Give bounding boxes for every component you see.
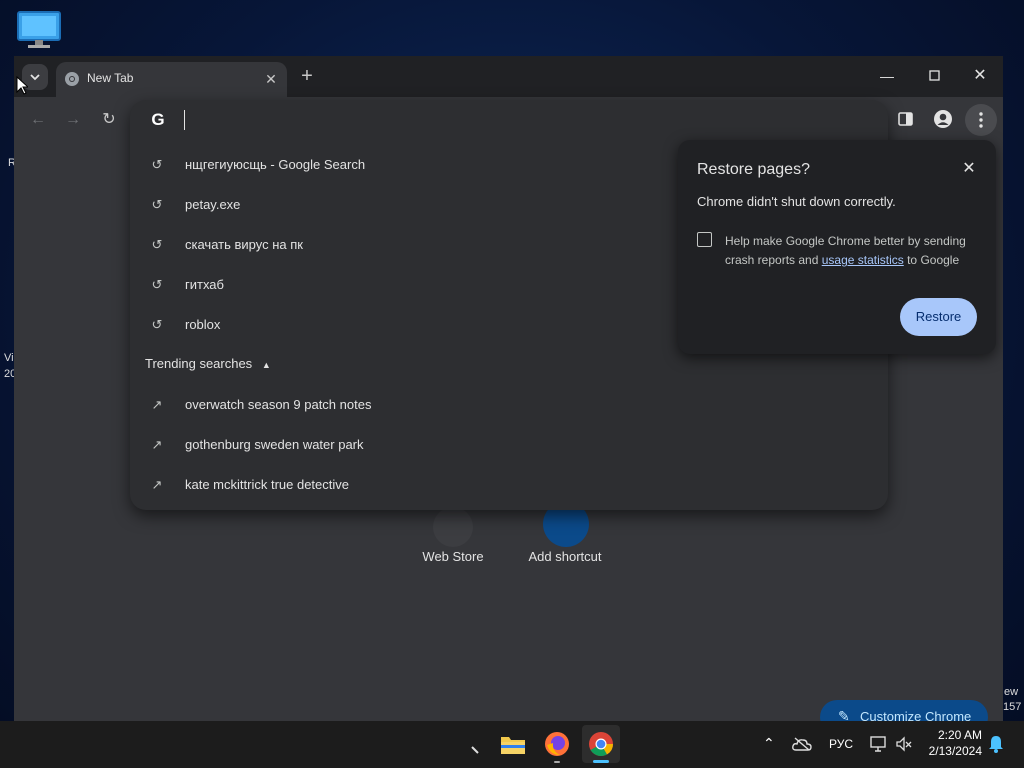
tab-strip: New Tab ✕ + — ✕ [14, 56, 1003, 97]
desktop-label-fragment: Vi [4, 352, 14, 364]
forward-button[interactable]: → [61, 108, 85, 132]
suggestion-text: kate mckittrick true detective [185, 477, 349, 492]
chrome-taskbar-button[interactable] [582, 725, 620, 763]
web-store-icon [433, 507, 473, 547]
google-g-icon: G [151, 110, 165, 129]
customize-label: Customize Chrome [860, 709, 972, 721]
suggestion-text: roblox [185, 317, 221, 332]
running-indicator [554, 761, 560, 763]
clock-time[interactable]: 2:20 AM [926, 728, 982, 742]
chrome-favicon-icon [65, 72, 79, 86]
clock-date[interactable]: 2/13/2024 [920, 744, 982, 758]
suggestion-trending[interactable]: ↗ overwatch season 9 patch notes [130, 385, 888, 425]
close-icon[interactable]: ✕ [960, 160, 978, 178]
onedrive-icon[interactable] [792, 737, 812, 751]
history-icon: ↺ [151, 197, 163, 212]
folder-icon [501, 737, 525, 754]
new-tab-button[interactable]: + [296, 66, 318, 88]
profile-button[interactable] [933, 109, 953, 129]
menu-button[interactable] [965, 104, 997, 136]
chrome-window: New Tab ✕ + — ✕ ← → ↻ Web Store Add shor… [14, 56, 1003, 721]
suggestion-text: гитхаб [185, 277, 224, 292]
dialog-title: Restore pages? [697, 161, 810, 178]
back-button[interactable]: ← [26, 108, 50, 132]
suggestion-text: нщгегиуюсщь - Google Search [185, 157, 366, 172]
history-icon: ↺ [151, 237, 163, 252]
history-icon: ↺ [151, 317, 163, 332]
suggestion-text: gothenburg sweden water park [185, 437, 364, 452]
side-panel-button[interactable] [897, 110, 915, 128]
desktop-label-fragment: ew [1004, 686, 1019, 698]
firefox-icon [545, 732, 569, 756]
suggestion-trending[interactable]: ↗ gothenburg sweden water park [130, 425, 888, 465]
tab-title: New Tab [87, 71, 134, 85]
reload-button[interactable]: ↻ [97, 108, 121, 132]
usage-statistics-link[interactable]: usage statistics [822, 253, 904, 267]
tab-new-tab[interactable]: New Tab ✕ [56, 62, 287, 97]
file-explorer-taskbar-button[interactable] [494, 725, 532, 763]
this-pc-icon[interactable] [16, 10, 62, 50]
minimize-button[interactable]: — [872, 66, 902, 86]
suggestion-text: overwatch season 9 patch notes [185, 397, 372, 412]
pencil-icon: ✎ [838, 708, 850, 721]
chevron-down-icon [30, 74, 40, 81]
kebab-menu-icon [979, 112, 983, 128]
crash-report-label: Help make Google Chrome better by sendin… [725, 232, 980, 270]
history-icon: ↺ [151, 157, 163, 172]
notification-bell-icon[interactable] [988, 735, 1004, 753]
pen-cursor-icon [471, 746, 479, 754]
shortcut-label: Web Store [422, 549, 484, 564]
active-indicator [593, 760, 609, 763]
history-icon: ↺ [151, 277, 163, 292]
taskbar: ⌃ РУС 2:20 AM 2/13/2024 [0, 721, 1024, 768]
shortcut-label: Add shortcut [528, 549, 602, 564]
chrome-icon [589, 732, 613, 757]
suggestion-trending[interactable]: ↗ kate mckittrick true detective [130, 465, 888, 505]
trending-icon: ↗ [151, 397, 163, 412]
trending-icon: ↗ [151, 437, 163, 452]
firefox-taskbar-button[interactable] [538, 725, 576, 763]
trending-header[interactable]: Trending searches ▲ [145, 356, 271, 371]
tab-close-icon[interactable]: ✕ [262, 70, 280, 88]
suggestion-text: скачать вирус на пк [185, 237, 303, 252]
maximize-icon [928, 70, 940, 81]
customize-chrome-button[interactable]: ✎ Customize Chrome [820, 700, 988, 721]
trending-icon: ↗ [151, 477, 163, 492]
tray-overflow-chevron-icon[interactable]: ⌃ [763, 735, 775, 752]
omnibox[interactable]: G [130, 100, 888, 140]
caret-up-icon: ▲ [261, 360, 271, 370]
restore-pages-dialog: Restore pages? ✕ Chrome didn't shut down… [678, 140, 996, 354]
language-indicator[interactable]: РУС [829, 737, 853, 751]
side-panel-icon [898, 112, 913, 126]
profile-icon [934, 110, 952, 128]
crash-report-checkbox[interactable] [697, 232, 712, 247]
desktop-label-fragment: 157 [1003, 701, 1022, 713]
help-text: to Google [903, 253, 960, 267]
dialog-message: Chrome didn't shut down correctly. [697, 194, 896, 209]
network-icon[interactable] [869, 735, 887, 753]
mouse-cursor-icon [16, 76, 28, 95]
restore-button[interactable]: Restore [900, 298, 977, 336]
suggestion-text: petay.exe [185, 197, 241, 212]
trending-header-label: Trending searches [145, 356, 253, 371]
maximize-button[interactable] [919, 66, 949, 86]
volume-muted-icon[interactable] [895, 735, 913, 753]
text-caret [184, 110, 185, 130]
close-window-button[interactable]: ✕ [965, 66, 995, 86]
